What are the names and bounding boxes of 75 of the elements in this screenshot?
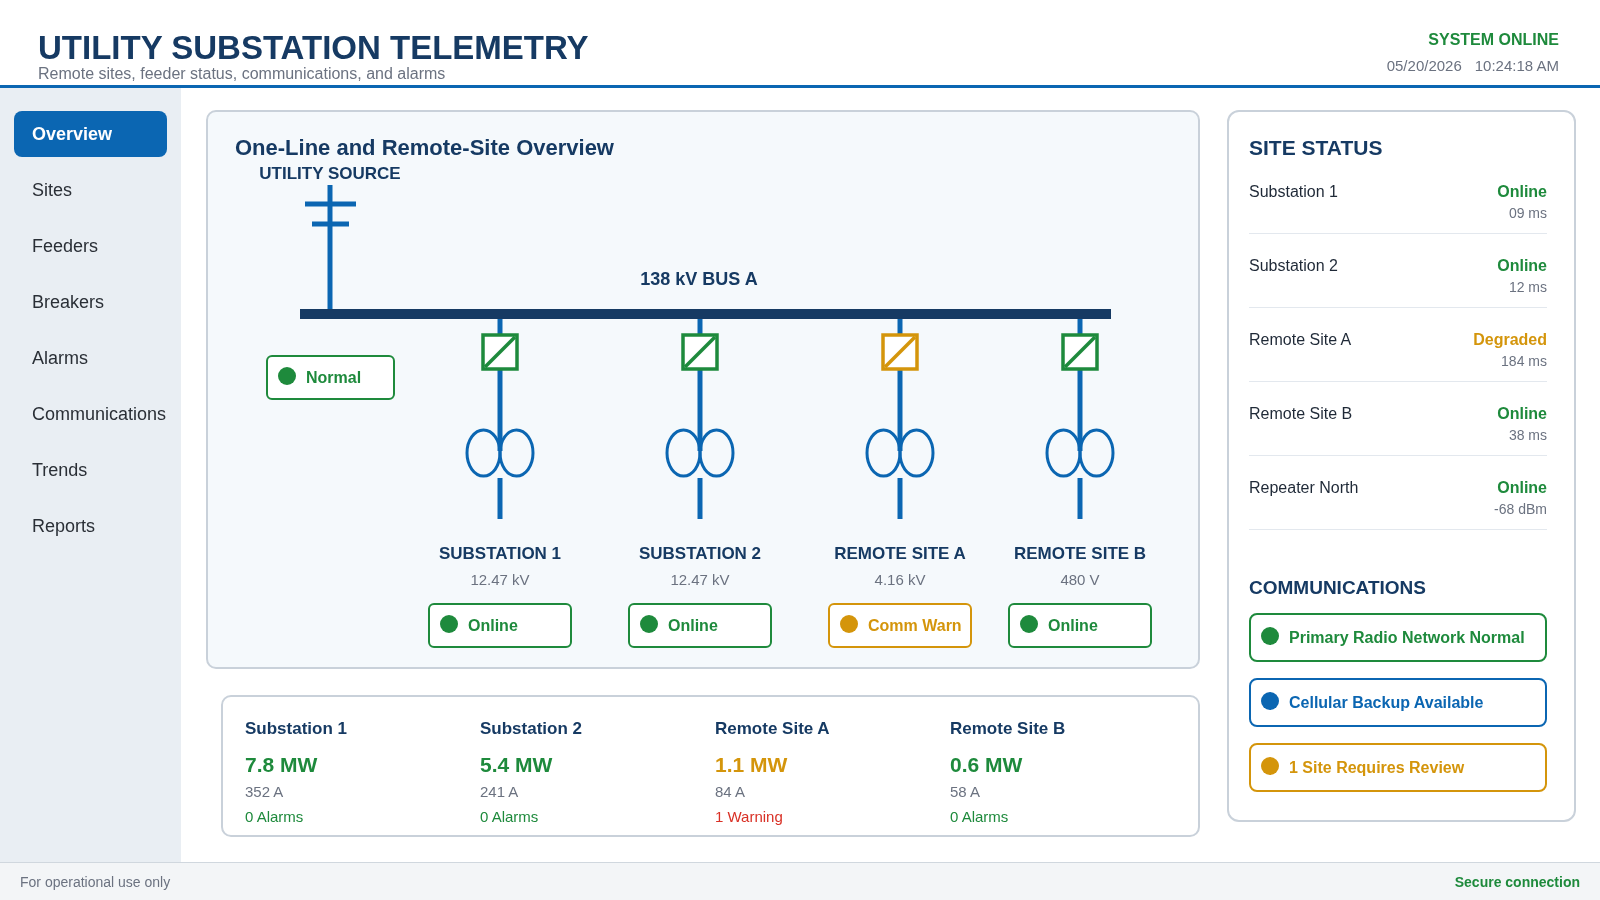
current-reading: 58 A [950, 782, 981, 802]
bus-label: 138 kV BUS A [640, 268, 758, 290]
site-status: Degraded [1473, 330, 1547, 350]
section-title: COMMUNICATIONS [1249, 576, 1426, 600]
nav-item[interactable]: Overview [14, 111, 167, 157]
voltage-label: 4.16 kV [874, 570, 926, 590]
site-label: SUBSTATION 2 [638, 543, 762, 565]
voltage-label: 12.47 kV [470, 570, 530, 590]
nav-item[interactable]: Breakers [14, 279, 167, 325]
breaker-symbol [681, 333, 719, 371]
source-label: UTILITY SOURCE [259, 164, 401, 184]
site-name: Substation 1 [245, 718, 347, 740]
nav-item[interactable]: Alarms [14, 335, 167, 381]
status-text: Online [1048, 615, 1098, 636]
latency-reading: 38 ms [1508, 426, 1547, 445]
power-reading: 7.8 MW [245, 752, 318, 778]
app-title: UTILITY SUBSTATION TELEMETRY [38, 31, 589, 65]
nav-item[interactable]: Trends [14, 447, 167, 493]
alarm-count: 0 Alarms [245, 807, 304, 827]
footer-note: For operational use only [20, 873, 171, 890]
power-reading: 1.1 MW [715, 752, 788, 778]
alarm-count: 1 Warning [715, 807, 783, 827]
site-status: Online [1497, 182, 1547, 202]
transformer-symbol [465, 428, 535, 478]
breaker-symbol [1061, 333, 1099, 371]
transformer-symbol [665, 428, 735, 478]
app-subtitle: Remote sites, feeder status, communications, and alarms [38, 65, 447, 83]
latency-reading: -68 dBm [1494, 500, 1547, 519]
current-reading: 241 A [480, 782, 519, 802]
comm-status-text: Primary Radio Network Normal [1289, 627, 1525, 648]
site-name: Repeater North [1249, 478, 1359, 498]
status-text: Comm Warn [868, 615, 962, 636]
breaker-symbol [481, 333, 519, 371]
nav-item[interactable]: Communications [14, 391, 167, 437]
panel-title: One-Line and Remote-Site Overview [235, 134, 614, 162]
site-name: Remote Site B [1249, 404, 1353, 424]
nav-item[interactable]: Sites [14, 167, 167, 213]
power-reading: 0.6 MW [950, 752, 1023, 778]
site-name: Substation 2 [1249, 256, 1338, 276]
time-text: 10:24:18 AM [1474, 56, 1559, 76]
site-status: Online [1497, 478, 1547, 498]
nav-item[interactable]: Reports [14, 503, 167, 549]
latency-reading: 12 ms [1508, 278, 1547, 297]
transformer-symbol [1045, 428, 1115, 478]
site-name: Substation 2 [480, 718, 582, 740]
alarm-count: 0 Alarms [950, 807, 1009, 827]
site-label: REMOTE SITE A [834, 543, 966, 565]
nav-item[interactable]: Feeders [14, 223, 167, 269]
site-name: Remote Site A [1249, 330, 1352, 350]
latency-reading: 184 ms [1501, 352, 1547, 371]
date-text: 05/20/2026 [1386, 56, 1462, 76]
section-title: SITE STATUS [1249, 136, 1383, 160]
site-name: Remote Site A [715, 718, 830, 740]
system-status: SYSTEM ONLINE [1428, 30, 1559, 50]
site-name: Remote Site B [950, 718, 1066, 740]
current-reading: 352 A [245, 782, 284, 802]
connection-status: Secure connection [1454, 873, 1580, 890]
power-reading: 5.4 MW [480, 752, 553, 778]
status-text: Normal [306, 367, 362, 388]
site-status: Online [1497, 256, 1547, 276]
site-status: Online [1497, 404, 1547, 424]
status-text: Online [668, 615, 718, 636]
alarm-count: 0 Alarms [480, 807, 539, 827]
status-text: Online [468, 615, 518, 636]
comm-status-text: 1 Site Requires Review [1289, 757, 1465, 778]
site-label: SUBSTATION 1 [438, 543, 562, 565]
current-reading: 84 A [715, 782, 746, 802]
breaker-symbol [881, 333, 919, 371]
voltage-label: 480 V [1060, 570, 1100, 590]
transformer-symbol [865, 428, 935, 478]
site-label: REMOTE SITE B [1013, 543, 1147, 565]
comm-status-text: Cellular Backup Available [1289, 692, 1484, 713]
latency-reading: 09 ms [1508, 204, 1547, 223]
site-name: Substation 1 [1249, 182, 1338, 202]
voltage-label: 12.47 kV [670, 570, 730, 590]
